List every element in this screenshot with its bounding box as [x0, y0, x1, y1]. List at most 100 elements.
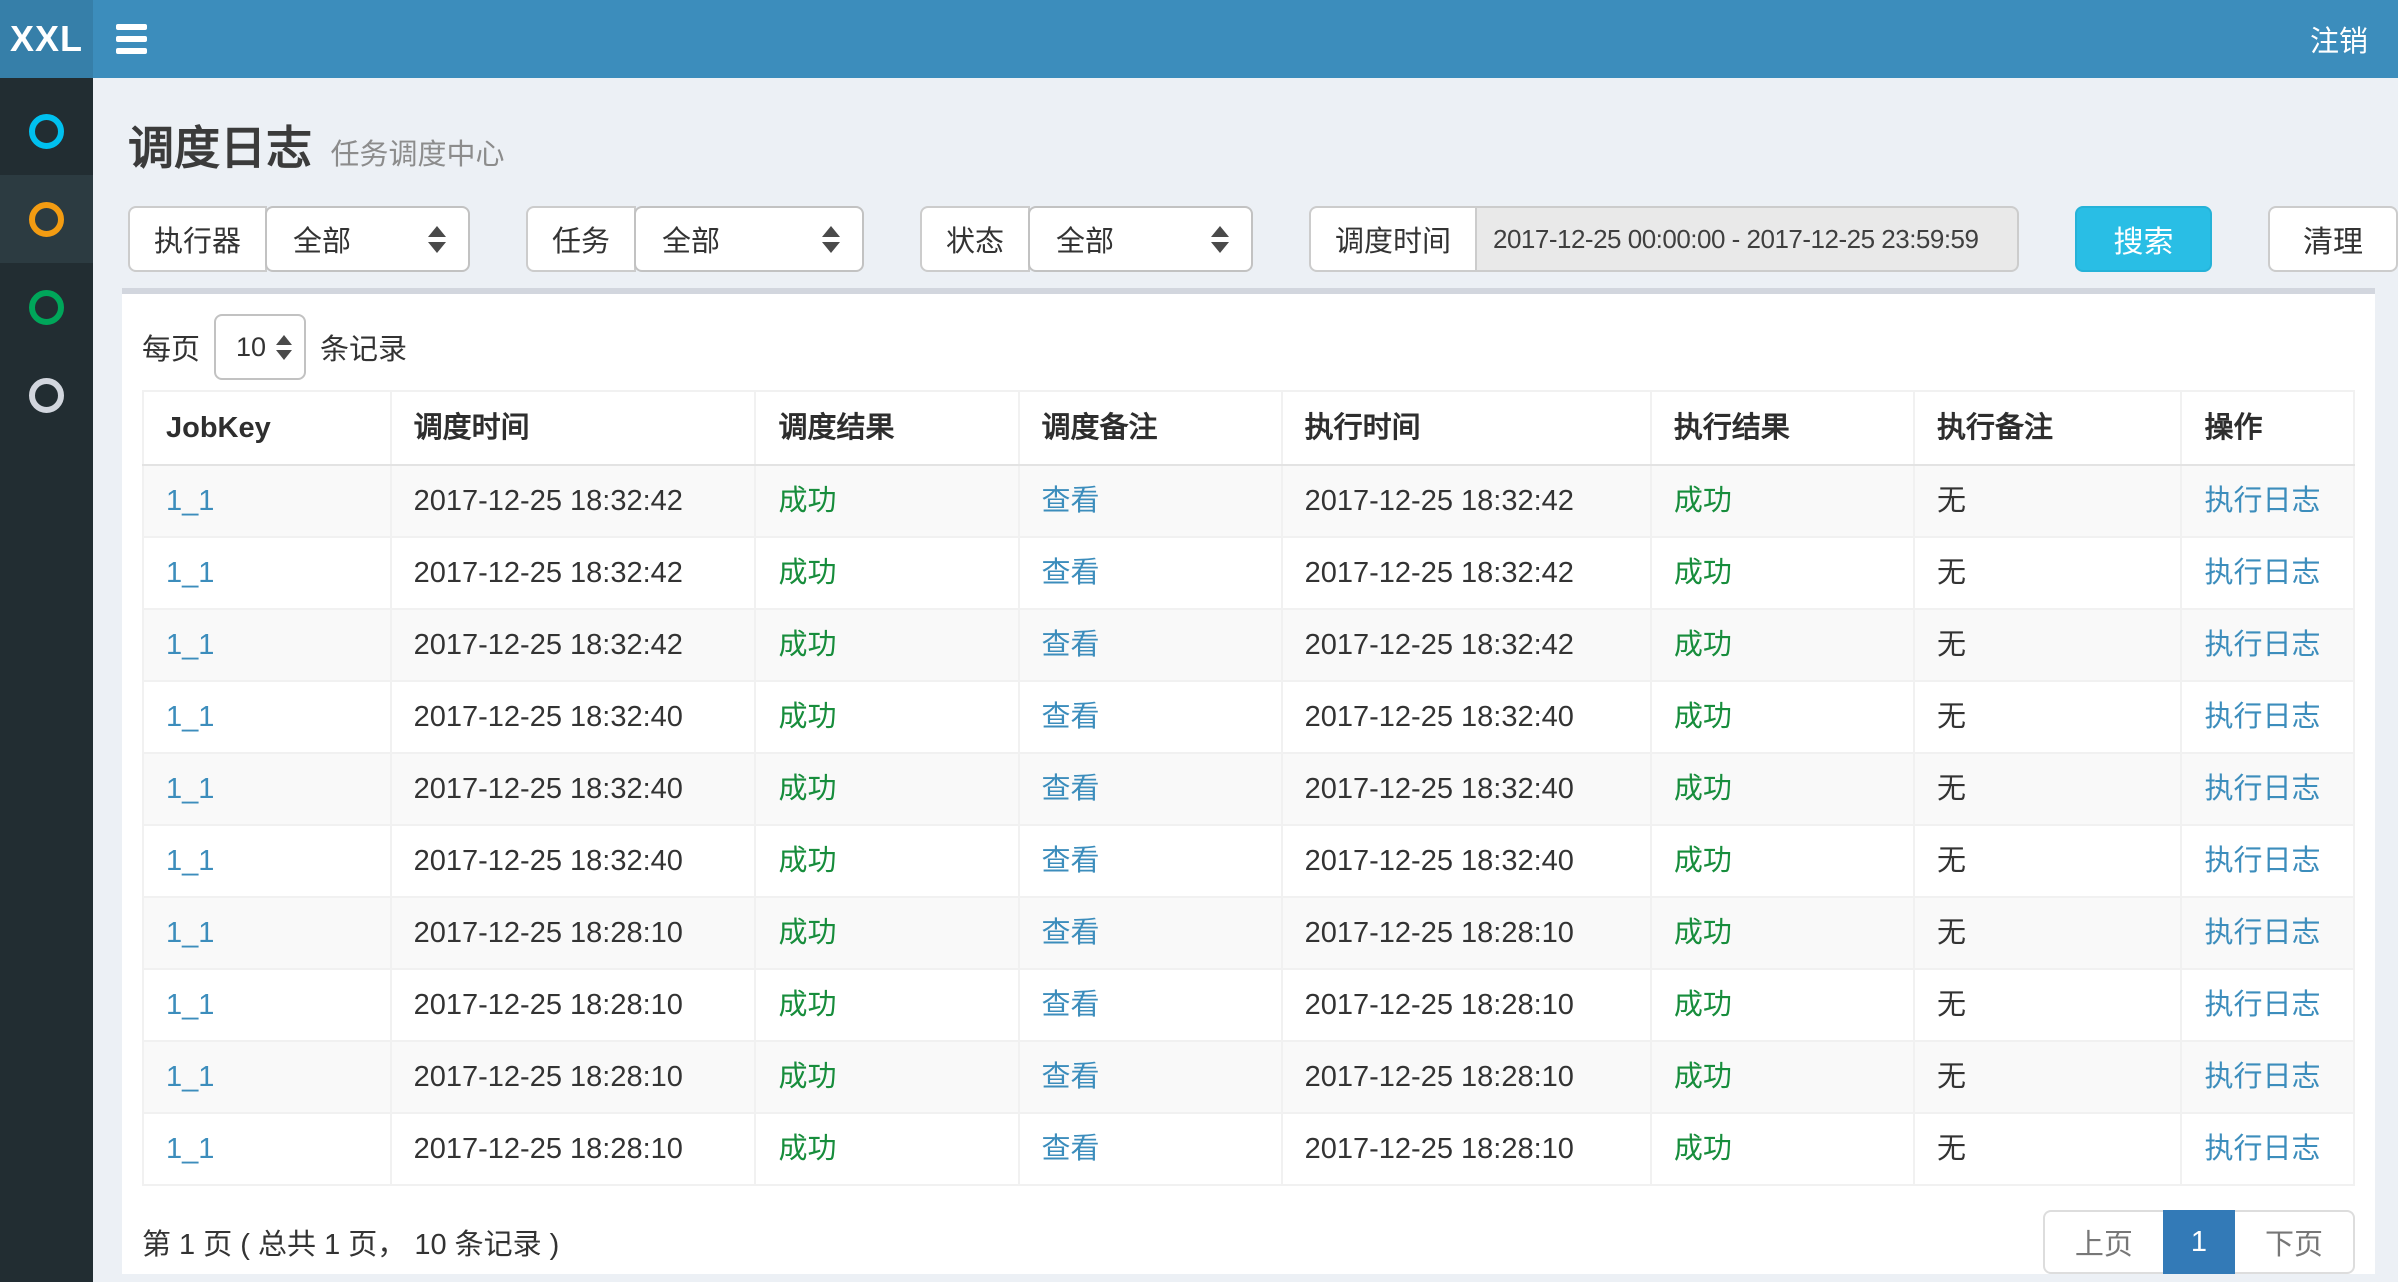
sidebar-toggle-button[interactable] — [93, 0, 169, 78]
executor-select[interactable]: 全部 — [265, 206, 470, 272]
jobkey-link[interactable]: 1_1 — [166, 1061, 214, 1093]
dispatch-time: 2017-12-25 18:32:42 — [391, 609, 756, 681]
table-row: 1_12017-12-25 18:28:10成功查看2017-12-25 18:… — [143, 1041, 2354, 1113]
circle-icon — [29, 114, 64, 149]
page-1-button[interactable]: 1 — [2163, 1210, 2235, 1274]
prev-page-button[interactable]: 上页 — [2043, 1210, 2165, 1274]
sidebar-item-4[interactable] — [0, 351, 93, 439]
app-logo[interactable]: XXL — [0, 0, 93, 78]
jobkey-link[interactable]: 1_1 — [166, 1133, 214, 1165]
exec-log-link[interactable]: 执行日志 — [2204, 845, 2320, 877]
col-header-dispatch-remark: 调度备注 — [1019, 391, 1282, 465]
page-size-value: 10 — [236, 332, 266, 363]
dispatch-result: 成功 — [755, 753, 1018, 825]
clear-button[interactable]: 清理 — [2268, 206, 2398, 272]
view-dispatch-remark-link[interactable]: 查看 — [1042, 629, 1100, 661]
col-header-exec-result: 执行结果 — [1651, 391, 1914, 465]
view-dispatch-remark-link[interactable]: 查看 — [1042, 845, 1100, 877]
exec-time: 2017-12-25 18:32:42 — [1282, 609, 1651, 681]
table-cell: 1_1 — [143, 537, 391, 609]
table-cell: 查看 — [1019, 465, 1282, 537]
exec-log-link[interactable]: 执行日志 — [2204, 485, 2320, 517]
page-title: 调度日志 — [128, 122, 312, 174]
table-cell: 1_1 — [143, 825, 391, 897]
status-filter-label: 状态 — [920, 206, 1030, 272]
view-dispatch-remark-link[interactable]: 查看 — [1042, 773, 1100, 805]
jobkey-link[interactable]: 1_1 — [166, 701, 214, 733]
view-dispatch-remark-link[interactable]: 查看 — [1042, 557, 1100, 589]
table-cell: 执行日志 — [2181, 1113, 2354, 1185]
view-dispatch-remark-link[interactable]: 查看 — [1042, 485, 1100, 517]
exec-log-link[interactable]: 执行日志 — [2204, 1133, 2320, 1165]
executor-filter-label: 执行器 — [128, 206, 267, 272]
time-range-input[interactable]: 2017-12-25 00:00:00 - 2017-12-25 23:59:5… — [1477, 206, 2019, 272]
job-select[interactable]: 全部 — [634, 206, 864, 272]
dispatch-result: 成功 — [755, 465, 1018, 537]
table-cell: 查看 — [1019, 897, 1282, 969]
view-dispatch-remark-link[interactable]: 查看 — [1042, 917, 1100, 949]
jobkey-link[interactable]: 1_1 — [166, 845, 214, 877]
dispatch-time: 2017-12-25 18:28:10 — [391, 1041, 756, 1113]
status-select[interactable]: 全部 — [1028, 206, 1253, 272]
table-cell: 查看 — [1019, 969, 1282, 1041]
exec-log-link[interactable]: 执行日志 — [2204, 1061, 2320, 1093]
col-header-exec-remark: 执行备注 — [1914, 391, 2182, 465]
table-cell: 查看 — [1019, 609, 1282, 681]
jobkey-link[interactable]: 1_1 — [166, 485, 214, 517]
exec-time: 2017-12-25 18:28:10 — [1282, 897, 1651, 969]
table-cell: 执行日志 — [2181, 969, 2354, 1041]
exec-log-link[interactable]: 执行日志 — [2204, 701, 2320, 733]
exec-remark: 无 — [1914, 753, 2182, 825]
dispatch-time: 2017-12-25 18:28:10 — [391, 969, 756, 1041]
table-cell: 执行日志 — [2181, 609, 2354, 681]
sidebar-item-2[interactable] — [0, 175, 93, 263]
exec-time: 2017-12-25 18:32:40 — [1282, 681, 1651, 753]
dispatch-time: 2017-12-25 18:28:10 — [391, 897, 756, 969]
exec-remark: 无 — [1914, 465, 2182, 537]
table-cell: 执行日志 — [2181, 681, 2354, 753]
table-row: 1_12017-12-25 18:32:42成功查看2017-12-25 18:… — [143, 537, 2354, 609]
col-header-dispatch-time: 调度时间 — [391, 391, 756, 465]
page-subtitle: 任务调度中心 — [330, 139, 504, 171]
sidebar-item-1[interactable] — [0, 87, 93, 175]
table-cell: 查看 — [1019, 681, 1282, 753]
next-page-button[interactable]: 下页 — [2233, 1210, 2355, 1274]
exec-log-link[interactable]: 执行日志 — [2204, 989, 2320, 1021]
table-cell: 1_1 — [143, 1113, 391, 1185]
status-select-value: 全部 — [1056, 218, 1114, 260]
col-header-jobkey: JobKey — [143, 391, 391, 465]
dispatch-time: 2017-12-25 18:32:40 — [391, 825, 756, 897]
jobkey-link[interactable]: 1_1 — [166, 773, 214, 805]
circle-icon — [29, 378, 64, 413]
exec-log-link[interactable]: 执行日志 — [2204, 773, 2320, 805]
jobkey-link[interactable]: 1_1 — [166, 557, 214, 589]
jobkey-link[interactable]: 1_1 — [166, 917, 214, 949]
exec-remark: 无 — [1914, 825, 2182, 897]
view-dispatch-remark-link[interactable]: 查看 — [1042, 1133, 1100, 1165]
exec-remark: 无 — [1914, 537, 2182, 609]
exec-remark: 无 — [1914, 969, 2182, 1041]
jobkey-link[interactable]: 1_1 — [166, 989, 214, 1021]
exec-log-link[interactable]: 执行日志 — [2204, 557, 2320, 589]
view-dispatch-remark-link[interactable]: 查看 — [1042, 701, 1100, 733]
view-dispatch-remark-link[interactable]: 查看 — [1042, 1061, 1100, 1093]
dispatch-time: 2017-12-25 18:32:42 — [391, 465, 756, 537]
exec-result: 成功 — [1651, 825, 1914, 897]
dispatch-log-table: JobKey 调度时间 调度结果 调度备注 执行时间 执行结果 执行备注 操作 … — [142, 390, 2355, 1186]
dispatch-result: 成功 — [755, 537, 1018, 609]
search-button[interactable]: 搜索 — [2075, 206, 2212, 272]
view-dispatch-remark-link[interactable]: 查看 — [1042, 989, 1100, 1021]
dispatch-result: 成功 — [755, 1041, 1018, 1113]
sidebar-item-3[interactable] — [0, 263, 93, 351]
jobkey-link[interactable]: 1_1 — [166, 629, 214, 661]
page-size-select[interactable]: 10 — [214, 314, 306, 380]
table-cell: 1_1 — [143, 1041, 391, 1113]
exec-time: 2017-12-25 18:28:10 — [1282, 969, 1651, 1041]
table-cell: 1_1 — [143, 465, 391, 537]
exec-log-link[interactable]: 执行日志 — [2204, 629, 2320, 661]
logout-link[interactable]: 注销 — [2310, 0, 2368, 78]
table-cell: 执行日志 — [2181, 897, 2354, 969]
exec-result: 成功 — [1651, 969, 1914, 1041]
exec-log-link[interactable]: 执行日志 — [2204, 917, 2320, 949]
page-header: 调度日志 任务调度中心 — [93, 78, 2398, 178]
